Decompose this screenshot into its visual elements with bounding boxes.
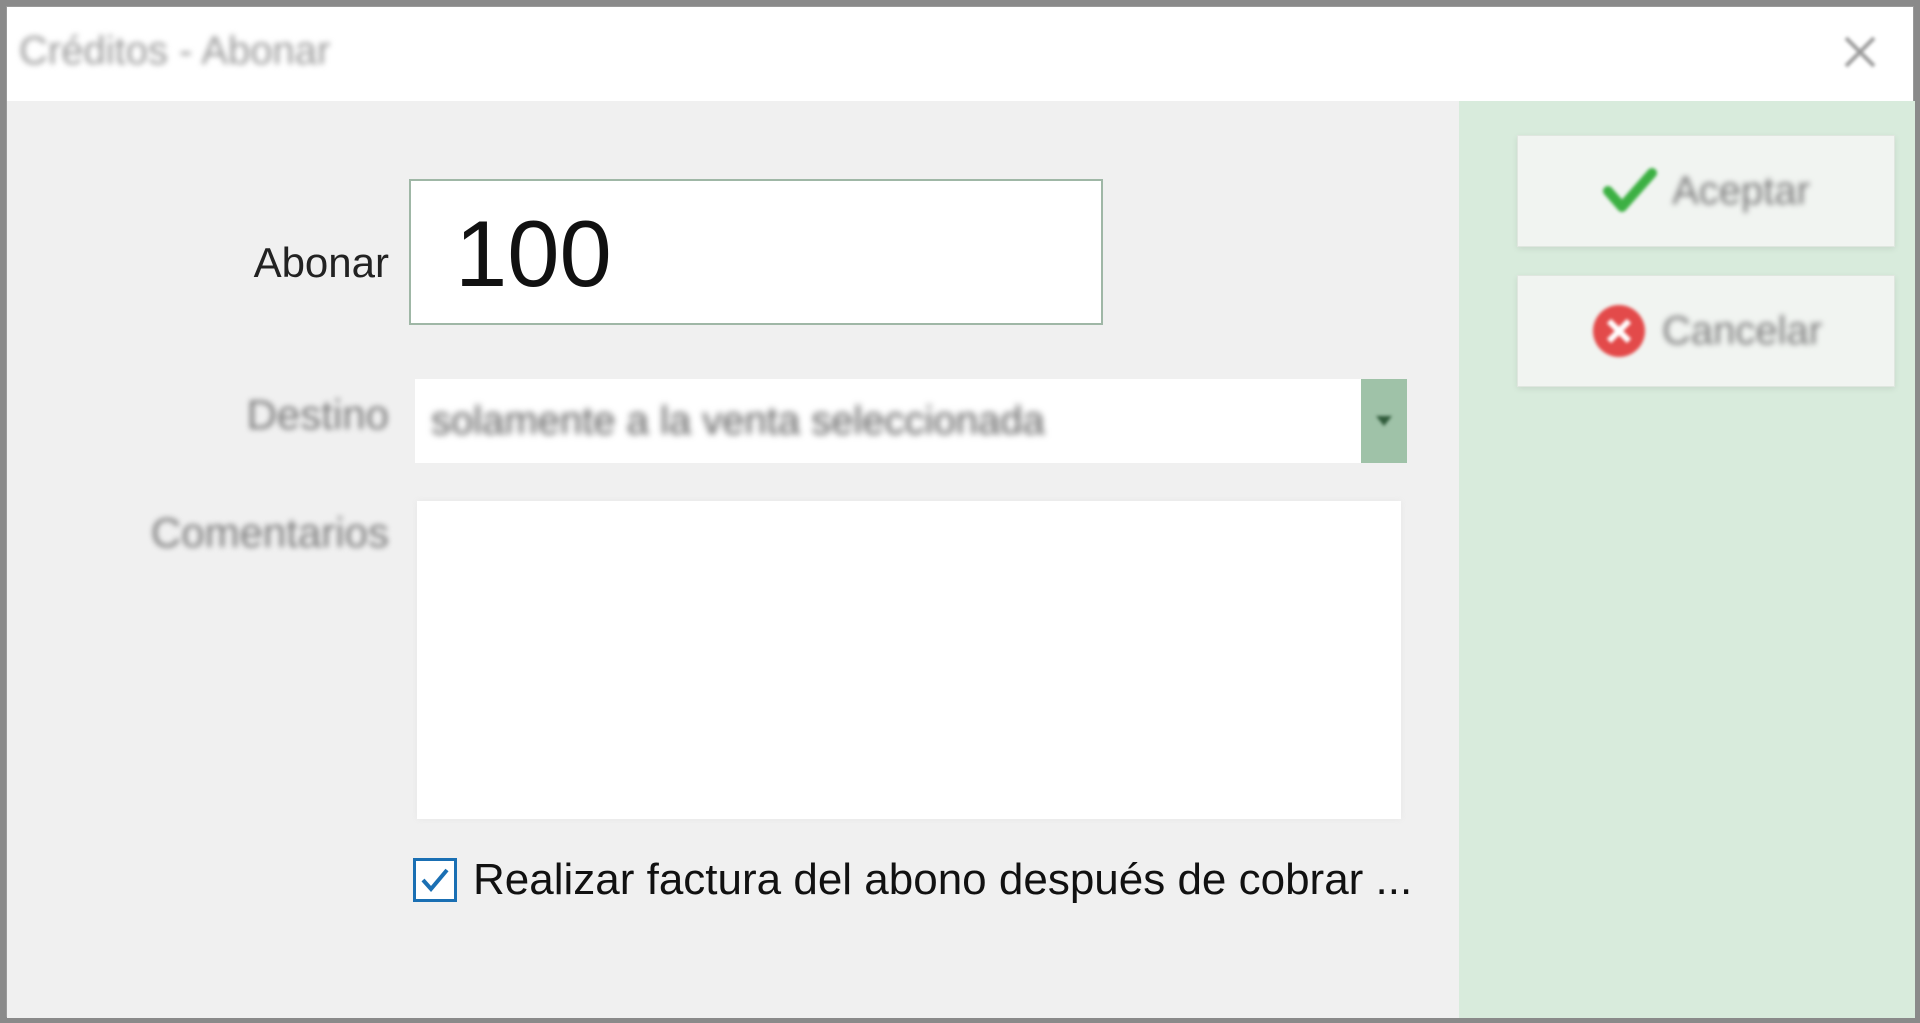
cancel-button[interactable]: Cancelar (1517, 275, 1895, 387)
amount-label: Abonar (253, 239, 389, 286)
close-icon (1844, 36, 1876, 68)
close-button[interactable] (1833, 25, 1887, 79)
destination-value: solamente a la venta seleccionada (431, 399, 1045, 443)
destination-label: Destino (246, 391, 389, 438)
checkmark-icon (1603, 168, 1658, 212)
form-area: Abonar 100 Destino solamente a la venta … (7, 101, 1459, 1018)
cancel-label: Cancelar (1661, 308, 1823, 353)
chevron-down-icon (1376, 416, 1392, 426)
title-bar: Créditos - Abonar (7, 7, 1913, 101)
accept-label: Aceptar (1672, 168, 1810, 213)
dropdown-button[interactable] (1361, 379, 1407, 463)
comments-textarea[interactable] (417, 501, 1401, 819)
credits-dialog: Créditos - Abonar Abonar 100 Destino sol… (6, 6, 1915, 1018)
invoice-checkbox-row[interactable]: Realizar factura del abono después de co… (413, 855, 1412, 905)
destination-select[interactable]: solamente a la venta seleccionada (415, 379, 1407, 463)
invoice-checkbox-label: Realizar factura del abono después de co… (473, 855, 1413, 904)
cancel-circle-icon (1592, 305, 1645, 357)
amount-input[interactable]: 100 (409, 179, 1103, 325)
invoice-checkbox[interactable] (413, 858, 457, 902)
accept-button[interactable]: Aceptar (1517, 135, 1895, 247)
comments-label: Comentarios (150, 509, 389, 556)
window-title: Créditos - Abonar (19, 29, 331, 73)
checkmark-icon (421, 868, 449, 893)
